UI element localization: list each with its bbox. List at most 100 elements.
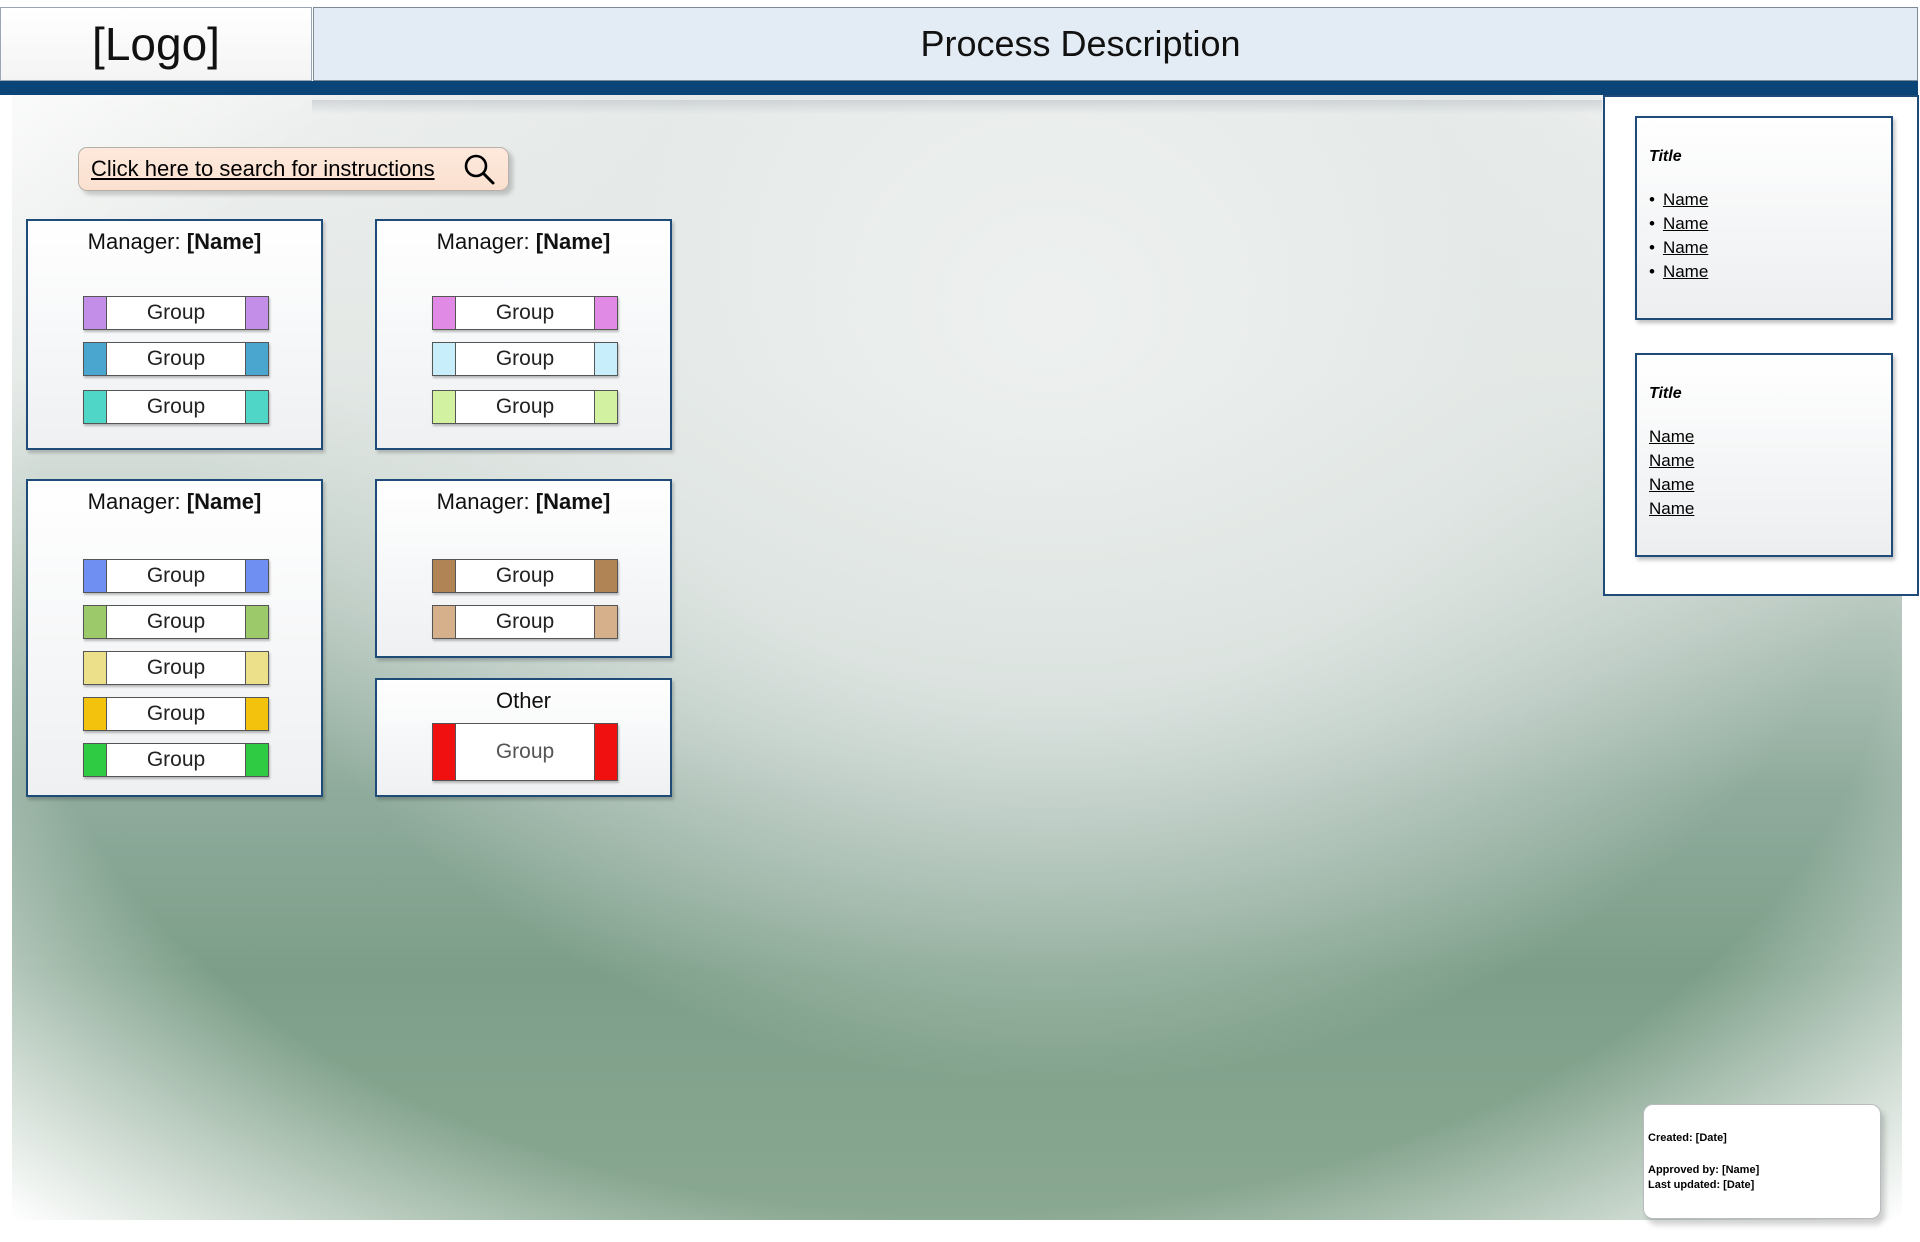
- group-button[interactable]: Group: [432, 296, 618, 330]
- links-box-2: Title Name Name Name Name: [1635, 353, 1893, 557]
- group-color-cap-right: [245, 390, 269, 424]
- list-item: Name: [1649, 425, 1879, 449]
- group-button[interactable]: Group: [83, 697, 269, 731]
- group-color-cap-left: [83, 697, 107, 731]
- group-button[interactable]: Group: [83, 559, 269, 593]
- links-box-1: Title Name Name Name Name: [1635, 116, 1893, 320]
- header-divider: [0, 81, 1918, 95]
- group-button[interactable]: Group: [83, 605, 269, 639]
- manager-card-2: Manager: [Name] Group Group Group: [375, 219, 672, 450]
- group-label: Group: [146, 656, 206, 679]
- name-link[interactable]: Name: [1649, 427, 1694, 446]
- page-title: Process Description: [920, 23, 1241, 64]
- group-color-cap-left: [432, 296, 456, 330]
- group-color-cap-left: [432, 605, 456, 639]
- manager-name: [Name]: [186, 489, 262, 514]
- manager-heading: Manager: [Name]: [436, 229, 611, 254]
- links-box-title: Title: [1649, 385, 1682, 402]
- group-button[interactable]: Group: [432, 605, 618, 639]
- group-label: Group: [146, 347, 206, 370]
- group-color-cap-right: [245, 605, 269, 639]
- links-box-title: Title: [1649, 148, 1682, 165]
- manager-card-1: Manager: [Name] Group Group Group: [26, 219, 323, 450]
- search-instructions-button[interactable]: Click here to search for instructions: [78, 147, 509, 191]
- name-link[interactable]: Name: [1663, 238, 1708, 257]
- manager-card-3: Manager: [Name] Group Group Group Group …: [26, 479, 323, 797]
- links-panel: Title Name Name Name Name Title Name Nam…: [1603, 95, 1919, 596]
- group-color-cap-left: [83, 342, 107, 376]
- group-label: Group: [146, 395, 206, 418]
- group-color-cap-left: [83, 743, 107, 777]
- group-color-cap-left: [83, 390, 107, 424]
- group-button[interactable]: Group: [432, 723, 618, 781]
- manager-heading: Manager: [Name]: [436, 489, 611, 514]
- links-list: Name Name Name Name: [1649, 425, 1879, 521]
- group-color-cap-left: [83, 559, 107, 593]
- group-color-cap-right: [594, 342, 618, 376]
- group-label: Group: [495, 610, 555, 633]
- group-color-cap-right: [594, 723, 618, 781]
- group-label: Group: [495, 347, 555, 370]
- manager-heading: Manager: [Name]: [87, 489, 262, 514]
- group-color-cap-right: [594, 390, 618, 424]
- group-label: Group: [495, 740, 555, 763]
- group-button[interactable]: Group: [83, 342, 269, 376]
- group-color-cap-right: [245, 342, 269, 376]
- group-label: Group: [146, 564, 206, 587]
- header-shadow: [312, 100, 1602, 114]
- other-heading: Other: [495, 688, 552, 713]
- group-color-cap-left: [432, 723, 456, 781]
- group-color-cap-left: [432, 559, 456, 593]
- manager-name: [Name]: [535, 489, 611, 514]
- name-link[interactable]: Name: [1649, 451, 1694, 470]
- group-button[interactable]: Group: [432, 390, 618, 424]
- group-color-cap-right: [245, 559, 269, 593]
- group-button[interactable]: Group: [83, 390, 269, 424]
- group-label: Group: [146, 748, 206, 771]
- other-card: Other Group: [375, 678, 672, 797]
- list-item: Name: [1649, 236, 1879, 260]
- group-color-cap-left: [83, 605, 107, 639]
- group-label: Group: [146, 610, 206, 633]
- group-color-cap-left: [432, 390, 456, 424]
- group-label: Group: [495, 301, 555, 324]
- group-button[interactable]: Group: [83, 651, 269, 685]
- name-link[interactable]: Name: [1649, 499, 1694, 518]
- list-item: Name: [1649, 449, 1879, 473]
- group-color-cap-right: [594, 605, 618, 639]
- group-label: Group: [146, 301, 206, 324]
- name-link[interactable]: Name: [1663, 214, 1708, 233]
- name-link[interactable]: Name: [1649, 475, 1694, 494]
- group-color-cap-left: [83, 296, 107, 330]
- list-item: Name: [1649, 260, 1879, 284]
- list-item: Name: [1649, 497, 1879, 521]
- group-color-cap-right: [594, 559, 618, 593]
- list-item: Name: [1649, 212, 1879, 236]
- list-item: Name: [1649, 188, 1879, 212]
- group-color-cap-right: [245, 296, 269, 330]
- manager-name: [Name]: [535, 229, 611, 254]
- group-label: Group: [146, 702, 206, 725]
- logo-text: [Logo]: [92, 18, 220, 70]
- search-icon: [464, 154, 495, 185]
- created-date: Created: [Date]: [1648, 1132, 1727, 1144]
- name-link[interactable]: Name: [1663, 262, 1708, 281]
- group-button[interactable]: Group: [432, 342, 618, 376]
- last-updated: Last updated: [Date]: [1648, 1179, 1755, 1191]
- group-color-cap-left: [83, 651, 107, 685]
- group-label: Group: [495, 395, 555, 418]
- manager-card-4: Manager: [Name] Group Group: [375, 479, 672, 658]
- group-color-cap-right: [594, 296, 618, 330]
- document-info-note: Created: [Date] Approved by: [Name] Last…: [1643, 1104, 1881, 1219]
- name-link[interactable]: Name: [1663, 190, 1708, 209]
- manager-name: [Name]: [186, 229, 262, 254]
- group-color-cap-right: [245, 743, 269, 777]
- group-button[interactable]: Group: [83, 743, 269, 777]
- group-button[interactable]: Group: [432, 559, 618, 593]
- list-item: Name: [1649, 473, 1879, 497]
- search-instructions-link[interactable]: Click here to search for instructions: [91, 156, 435, 182]
- links-list: Name Name Name Name: [1649, 188, 1879, 284]
- group-button[interactable]: Group: [83, 296, 269, 330]
- logo: [Logo]: [0, 7, 312, 81]
- approved-by: Approved by: [Name]: [1648, 1164, 1760, 1176]
